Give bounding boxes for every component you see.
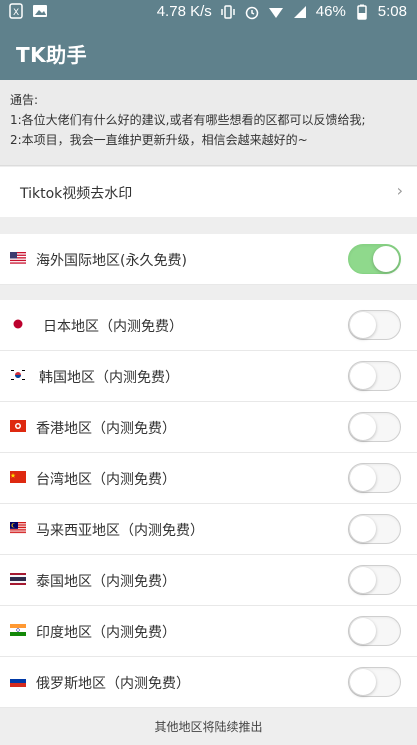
svg-text:X: X	[13, 8, 19, 18]
region-row-malaysia[interactable]: 马来西亚地区（内测免费）	[0, 504, 417, 555]
toggle-knob	[373, 246, 399, 272]
region-row-thailand[interactable]: 泰国地区（内测免费）	[0, 555, 417, 606]
malaysia-flag-icon	[10, 522, 26, 534]
overseas-region-toggle[interactable]	[348, 244, 401, 274]
alarm-icon	[245, 6, 259, 19]
toggle-knob	[350, 567, 376, 593]
region-label-taiwan: 台湾地区（内测免费）	[36, 472, 176, 488]
region-toggle-malaysia[interactable]	[348, 514, 401, 544]
japan-flag-icon	[10, 318, 26, 330]
region-row-india[interactable]: 印度地区（内测免费）	[0, 606, 417, 657]
toggle-knob	[350, 669, 376, 695]
region-label-india: 印度地区（内测免费）	[36, 625, 176, 641]
notice-line-1: 1:各位大佬们有什么好的建议,或者有哪些想看的区都可以反馈给我;	[10, 113, 366, 127]
watermark-removal-label: Tiktok视频去水印	[20, 186, 133, 202]
region-toggle-russia[interactable]	[348, 667, 401, 697]
toggle-knob	[350, 363, 376, 389]
toggle-knob	[350, 516, 376, 542]
russia-flag-icon	[10, 675, 26, 687]
notice-panel: 通告: 1:各位大佬们有什么好的建议,或者有哪些想看的区都可以反馈给我; 2:本…	[0, 80, 417, 166]
region-label-korea: 韩国地区（内测免费）	[39, 370, 179, 386]
battery-icon	[357, 4, 367, 20]
toggle-knob	[350, 312, 376, 338]
overseas-region-row[interactable]: 海外国际地区(永久免费)	[0, 234, 417, 285]
region-row-japan[interactable]: 日本地区（内测免费）	[0, 300, 417, 351]
region-row-taiwan[interactable]: 台湾地区（内测免费）	[0, 453, 417, 504]
signal-icon	[293, 5, 306, 18]
overseas-region-label: 海外国际地区(永久免费)	[36, 253, 187, 269]
region-label-malaysia: 马来西亚地区（内测免费）	[36, 523, 204, 539]
region-toggle-japan[interactable]	[348, 310, 401, 340]
region-row-korea[interactable]: 韩国地区（内测免费）	[0, 351, 417, 402]
toggle-knob	[350, 618, 376, 644]
app-bar: TK助手	[0, 24, 417, 80]
status-bar: X 4.78 K/s 46% 5:08	[0, 0, 417, 24]
thailand-flag-icon	[10, 573, 26, 585]
network-speed: 4.78 K/s	[156, 3, 212, 20]
region-label-hongkong: 香港地区（内测免费）	[36, 421, 176, 437]
section-gap	[0, 217, 417, 234]
notification-app-icon: X	[9, 3, 23, 19]
region-toggle-india[interactable]	[348, 616, 401, 646]
region-toggle-taiwan[interactable]	[348, 463, 401, 493]
korea-flag-icon	[10, 369, 26, 381]
chevron-right-icon: ›	[396, 181, 403, 200]
toggle-knob	[350, 414, 376, 440]
region-row-hongkong[interactable]: 香港地区（内测免费）	[0, 402, 417, 453]
region-label-russia: 俄罗斯地区（内测免费）	[36, 676, 190, 692]
region-row-russia[interactable]: 俄罗斯地区（内测免费）	[0, 657, 417, 708]
hongkong-flag-icon	[10, 420, 26, 432]
vibrate-icon	[221, 4, 235, 19]
india-flag-icon	[10, 624, 26, 636]
toggle-knob	[350, 465, 376, 491]
us-flag-icon	[10, 252, 26, 264]
taiwan-flag-icon	[10, 471, 26, 483]
clock: 5:08	[377, 3, 407, 20]
section-gap	[0, 285, 417, 300]
region-toggle-korea[interactable]	[348, 361, 401, 391]
region-label-thailand: 泰国地区（内测免费）	[36, 574, 176, 590]
region-toggle-thailand[interactable]	[348, 565, 401, 595]
region-label-japan: 日本地区（内测免费）	[43, 319, 183, 335]
region-toggle-hongkong[interactable]	[348, 412, 401, 442]
notice-heading: 通告:	[10, 93, 39, 107]
notice-line-2: 2:本项目，我会一直维护更新升级，相信会越来越好的~	[10, 133, 308, 147]
battery-percent: 46%	[315, 3, 346, 20]
image-notification-icon	[33, 5, 47, 17]
app-title: TK助手	[16, 43, 88, 67]
wifi-icon	[268, 7, 283, 18]
footer-note: 其他地区将陆续推出	[0, 710, 417, 745]
watermark-removal-row[interactable]: Tiktok视频去水印 ›	[0, 167, 417, 217]
